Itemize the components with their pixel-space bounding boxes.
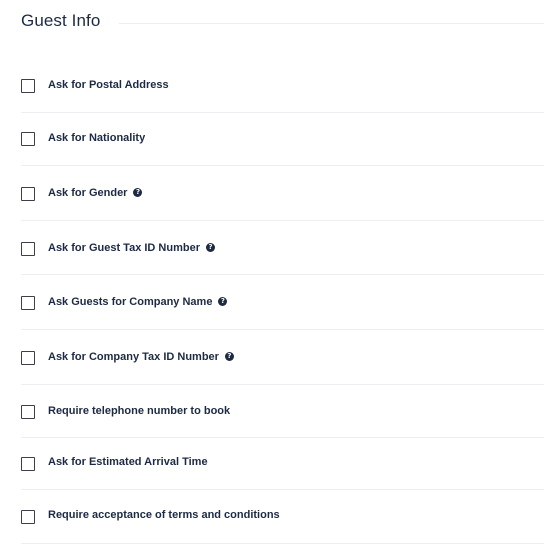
option-require-telephone: Require telephone number to book [21,405,544,419]
require-telephone-checkbox[interactable] [21,405,35,419]
gender-checkbox[interactable] [21,187,35,201]
option-nationality: Ask for Nationality [21,132,544,146]
option-postal-address: Ask for Postal Address [21,79,544,93]
option-label-text: Ask for Guest Tax ID Number [48,242,200,254]
row-divider [21,220,544,221]
option-label: Ask for Postal Address [48,78,169,92]
terms-conditions-checkbox[interactable] [21,510,35,524]
option-label: Ask for Nationality [48,131,145,145]
row-divider [21,165,544,166]
option-label: Require telephone number to book [48,404,230,418]
option-label: Ask for Guest Tax ID Number? [48,241,215,255]
option-label-text: Require acceptance of terms and conditio… [48,509,280,521]
guest-tax-id-checkbox[interactable] [21,242,35,256]
row-divider [21,274,544,275]
option-gender: Ask for Gender? [21,187,544,201]
option-label: Require acceptance of terms and conditio… [48,508,280,522]
row-divider [21,384,544,385]
option-label-text: Ask for Postal Address [48,79,169,91]
option-label-text: Ask for Nationality [48,132,146,144]
row-divider [21,329,544,330]
section-header-rule [119,23,544,24]
guest-info-section: Guest Info Ask for Postal Address Ask fo… [0,0,544,544]
option-label-text: Ask for Gender [48,187,128,199]
question-circle-icon[interactable]: ? [224,352,234,361]
option-label-text: Ask for Company Tax ID Number [48,351,219,363]
question-circle-icon[interactable]: ? [206,243,215,252]
option-arrival-time: Ask for Estimated Arrival Time [21,456,544,471]
row-divider [21,112,544,113]
question-circle-icon[interactable]: ? [133,188,143,197]
row-divider [21,543,544,544]
option-company-name: Ask Guests for Company Name? [21,296,544,310]
option-label: Ask Guests for Company Name? [48,295,228,309]
option-guest-tax-id: Ask for Guest Tax ID Number? [21,242,544,256]
section-header: Guest Info [0,0,544,46]
option-label-text: Require telephone number to book [48,405,231,417]
option-label: Ask for Company Tax ID Number? [48,350,234,364]
section-title: Guest Info [21,11,101,30]
option-terms-conditions: Require acceptance of terms and conditio… [21,509,544,524]
option-company-tax-id: Ask for Company Tax ID Number? [21,351,544,365]
option-label-text: Ask Guests for Company Name [48,296,213,308]
row-divider [21,437,544,438]
company-name-checkbox[interactable] [21,296,35,310]
nationality-checkbox[interactable] [21,132,35,146]
option-label: Ask for Estimated Arrival Time [48,455,208,469]
option-label: Ask for Gender? [48,186,143,200]
question-circle-icon[interactable]: ? [218,297,228,306]
option-label-text: Ask for Estimated Arrival Time [48,456,208,468]
postal-address-checkbox[interactable] [21,79,35,93]
company-tax-id-checkbox[interactable] [21,351,35,365]
row-divider [21,489,544,490]
arrival-time-checkbox[interactable] [21,457,35,471]
